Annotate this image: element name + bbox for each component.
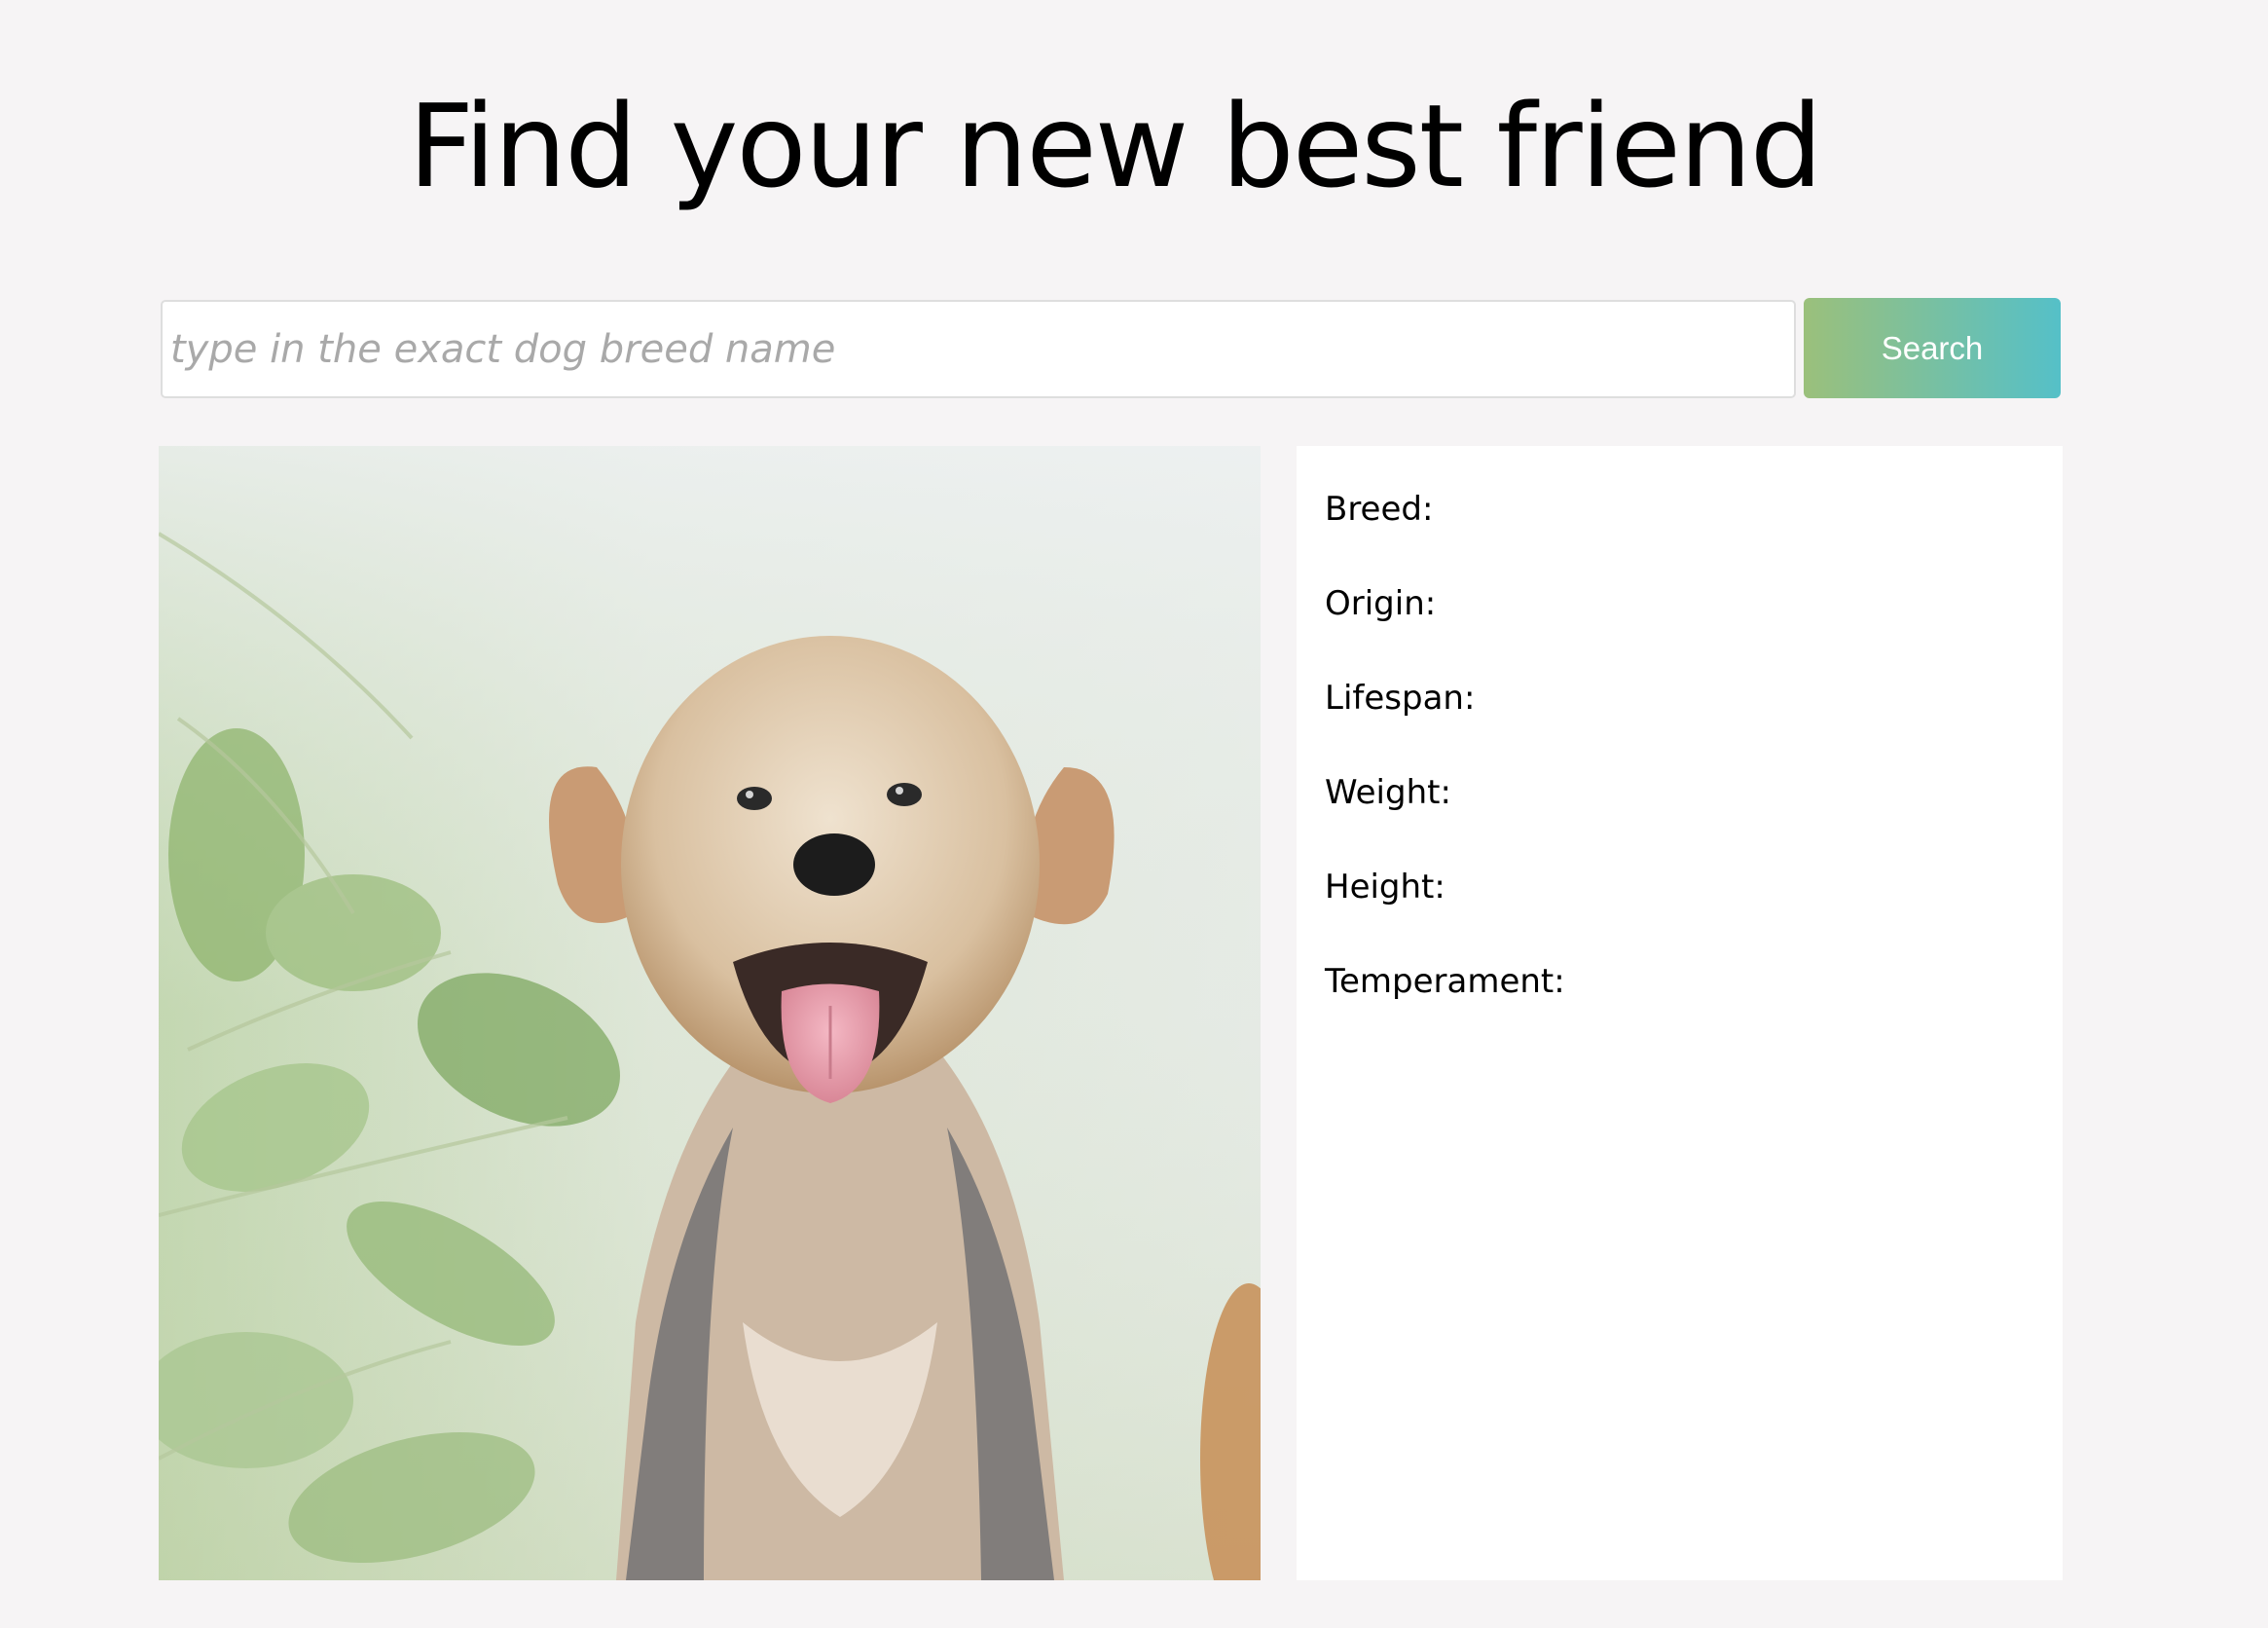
- dog-photo: [159, 446, 1261, 1580]
- info-weight-label: Weight:: [1325, 773, 1451, 812]
- breed-info-panel: Breed: Origin: Lifespan: Weight: Height:…: [1297, 446, 2063, 1580]
- info-temperament: Temperament:: [1325, 957, 2063, 1052]
- info-lifespan: Lifespan:: [1325, 674, 2063, 768]
- info-origin-label: Origin:: [1325, 584, 1437, 623]
- search-input[interactable]: [161, 300, 1796, 398]
- info-breed: Breed:: [1325, 485, 2063, 579]
- info-origin: Origin:: [1325, 579, 2063, 674]
- info-lifespan-label: Lifespan:: [1325, 679, 1476, 718]
- search-button[interactable]: Search: [1804, 298, 2061, 398]
- info-breed-label: Breed:: [1325, 490, 1434, 529]
- info-temperament-label: Temperament:: [1325, 962, 1565, 1001]
- info-weight: Weight:: [1325, 768, 2063, 863]
- info-height-label: Height:: [1325, 868, 1445, 906]
- page-title: Find your new best friend: [408, 79, 1822, 213]
- info-height: Height:: [1325, 863, 2063, 957]
